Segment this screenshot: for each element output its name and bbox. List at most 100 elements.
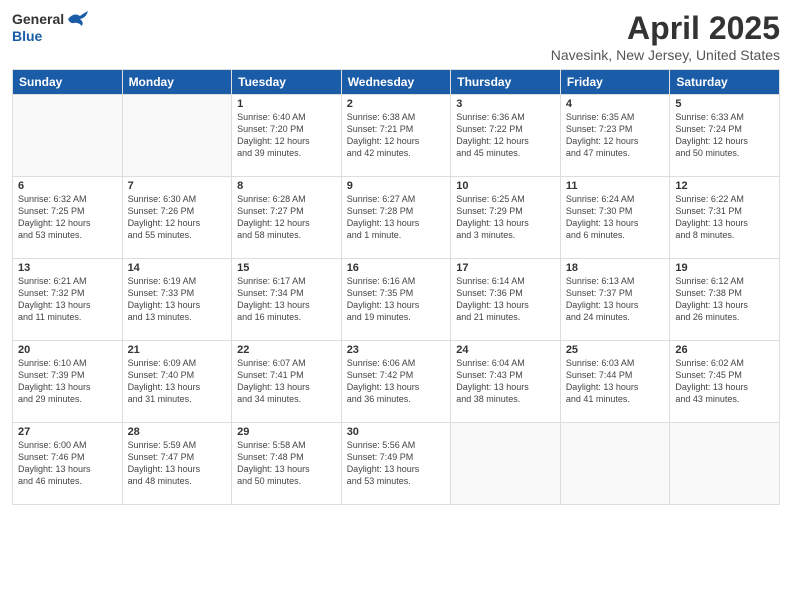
title-section: April 2025 Navesink, New Jersey, United … (551, 10, 780, 63)
day-info: Sunrise: 6:36 AM Sunset: 7:22 PM Dayligh… (456, 111, 555, 160)
day-info: Sunrise: 6:12 AM Sunset: 7:38 PM Dayligh… (675, 275, 774, 324)
table-row (451, 423, 561, 505)
table-row: 25Sunrise: 6:03 AM Sunset: 7:44 PM Dayli… (560, 341, 670, 423)
table-row (13, 95, 123, 177)
table-row: 28Sunrise: 5:59 AM Sunset: 7:47 PM Dayli… (122, 423, 232, 505)
day-info: Sunrise: 6:25 AM Sunset: 7:29 PM Dayligh… (456, 193, 555, 242)
table-row: 20Sunrise: 6:10 AM Sunset: 7:39 PM Dayli… (13, 341, 123, 423)
table-row: 18Sunrise: 6:13 AM Sunset: 7:37 PM Dayli… (560, 259, 670, 341)
day-number: 3 (456, 98, 555, 110)
day-info: Sunrise: 6:30 AM Sunset: 7:26 PM Dayligh… (128, 193, 227, 242)
day-number: 25 (566, 344, 665, 356)
day-number: 14 (128, 262, 227, 274)
day-info: Sunrise: 6:24 AM Sunset: 7:30 PM Dayligh… (566, 193, 665, 242)
calendar-title: April 2025 (551, 10, 780, 47)
day-number: 2 (347, 98, 446, 110)
table-row: 6Sunrise: 6:32 AM Sunset: 7:25 PM Daylig… (13, 177, 123, 259)
day-number: 28 (128, 426, 227, 438)
day-number: 30 (347, 426, 446, 438)
day-number: 20 (18, 344, 117, 356)
table-row: 23Sunrise: 6:06 AM Sunset: 7:42 PM Dayli… (341, 341, 451, 423)
calendar-week-row: 13Sunrise: 6:21 AM Sunset: 7:32 PM Dayli… (13, 259, 780, 341)
calendar-header-row: Sunday Monday Tuesday Wednesday Thursday… (13, 70, 780, 95)
logo-bird-icon (66, 10, 88, 28)
calendar-week-row: 20Sunrise: 6:10 AM Sunset: 7:39 PM Dayli… (13, 341, 780, 423)
table-row: 17Sunrise: 6:14 AM Sunset: 7:36 PM Dayli… (451, 259, 561, 341)
day-info: Sunrise: 6:21 AM Sunset: 7:32 PM Dayligh… (18, 275, 117, 324)
table-row: 19Sunrise: 6:12 AM Sunset: 7:38 PM Dayli… (670, 259, 780, 341)
logo: General Blue (12, 10, 88, 46)
table-row: 14Sunrise: 6:19 AM Sunset: 7:33 PM Dayli… (122, 259, 232, 341)
day-info: Sunrise: 5:58 AM Sunset: 7:48 PM Dayligh… (237, 439, 336, 488)
day-info: Sunrise: 6:28 AM Sunset: 7:27 PM Dayligh… (237, 193, 336, 242)
day-number: 9 (347, 180, 446, 192)
table-row: 12Sunrise: 6:22 AM Sunset: 7:31 PM Dayli… (670, 177, 780, 259)
calendar-location: Navesink, New Jersey, United States (551, 47, 780, 63)
table-row: 24Sunrise: 6:04 AM Sunset: 7:43 PM Dayli… (451, 341, 561, 423)
table-row: 21Sunrise: 6:09 AM Sunset: 7:40 PM Dayli… (122, 341, 232, 423)
day-info: Sunrise: 6:35 AM Sunset: 7:23 PM Dayligh… (566, 111, 665, 160)
day-number: 7 (128, 180, 227, 192)
col-monday: Monday (122, 70, 232, 95)
table-row (560, 423, 670, 505)
day-number: 19 (675, 262, 774, 274)
col-saturday: Saturday (670, 70, 780, 95)
day-number: 29 (237, 426, 336, 438)
logo-blue-text: Blue (12, 28, 42, 44)
calendar-table: Sunday Monday Tuesday Wednesday Thursday… (12, 69, 780, 505)
col-sunday: Sunday (13, 70, 123, 95)
day-number: 6 (18, 180, 117, 192)
day-number: 15 (237, 262, 336, 274)
table-row (122, 95, 232, 177)
day-info: Sunrise: 6:32 AM Sunset: 7:25 PM Dayligh… (18, 193, 117, 242)
table-row: 27Sunrise: 6:00 AM Sunset: 7:46 PM Dayli… (13, 423, 123, 505)
table-row: 15Sunrise: 6:17 AM Sunset: 7:34 PM Dayli… (232, 259, 342, 341)
day-number: 10 (456, 180, 555, 192)
day-number: 8 (237, 180, 336, 192)
header: General Blue April 2025 Navesink, New Je… (12, 10, 780, 63)
day-number: 13 (18, 262, 117, 274)
calendar-week-row: 1Sunrise: 6:40 AM Sunset: 7:20 PM Daylig… (13, 95, 780, 177)
day-info: Sunrise: 6:02 AM Sunset: 7:45 PM Dayligh… (675, 357, 774, 406)
calendar-week-row: 27Sunrise: 6:00 AM Sunset: 7:46 PM Dayli… (13, 423, 780, 505)
table-row: 5Sunrise: 6:33 AM Sunset: 7:24 PM Daylig… (670, 95, 780, 177)
day-info: Sunrise: 6:16 AM Sunset: 7:35 PM Dayligh… (347, 275, 446, 324)
day-number: 17 (456, 262, 555, 274)
table-row: 30Sunrise: 5:56 AM Sunset: 7:49 PM Dayli… (341, 423, 451, 505)
day-number: 5 (675, 98, 774, 110)
logo-general-text: General (12, 11, 64, 27)
day-number: 16 (347, 262, 446, 274)
table-row: 2Sunrise: 6:38 AM Sunset: 7:21 PM Daylig… (341, 95, 451, 177)
day-info: Sunrise: 5:59 AM Sunset: 7:47 PM Dayligh… (128, 439, 227, 488)
day-number: 23 (347, 344, 446, 356)
col-thursday: Thursday (451, 70, 561, 95)
day-number: 26 (675, 344, 774, 356)
table-row: 8Sunrise: 6:28 AM Sunset: 7:27 PM Daylig… (232, 177, 342, 259)
calendar-week-row: 6Sunrise: 6:32 AM Sunset: 7:25 PM Daylig… (13, 177, 780, 259)
table-row: 3Sunrise: 6:36 AM Sunset: 7:22 PM Daylig… (451, 95, 561, 177)
table-row: 29Sunrise: 5:58 AM Sunset: 7:48 PM Dayli… (232, 423, 342, 505)
col-tuesday: Tuesday (232, 70, 342, 95)
day-number: 24 (456, 344, 555, 356)
day-number: 1 (237, 98, 336, 110)
table-row (670, 423, 780, 505)
day-number: 4 (566, 98, 665, 110)
day-info: Sunrise: 6:06 AM Sunset: 7:42 PM Dayligh… (347, 357, 446, 406)
table-row: 9Sunrise: 6:27 AM Sunset: 7:28 PM Daylig… (341, 177, 451, 259)
day-number: 21 (128, 344, 227, 356)
day-info: Sunrise: 6:14 AM Sunset: 7:36 PM Dayligh… (456, 275, 555, 324)
day-info: Sunrise: 6:04 AM Sunset: 7:43 PM Dayligh… (456, 357, 555, 406)
table-row: 22Sunrise: 6:07 AM Sunset: 7:41 PM Dayli… (232, 341, 342, 423)
day-number: 12 (675, 180, 774, 192)
day-number: 22 (237, 344, 336, 356)
day-info: Sunrise: 6:19 AM Sunset: 7:33 PM Dayligh… (128, 275, 227, 324)
day-info: Sunrise: 6:40 AM Sunset: 7:20 PM Dayligh… (237, 111, 336, 160)
day-number: 11 (566, 180, 665, 192)
day-info: Sunrise: 6:09 AM Sunset: 7:40 PM Dayligh… (128, 357, 227, 406)
day-info: Sunrise: 6:27 AM Sunset: 7:28 PM Dayligh… (347, 193, 446, 242)
table-row: 7Sunrise: 6:30 AM Sunset: 7:26 PM Daylig… (122, 177, 232, 259)
day-info: Sunrise: 6:17 AM Sunset: 7:34 PM Dayligh… (237, 275, 336, 324)
day-info: Sunrise: 6:00 AM Sunset: 7:46 PM Dayligh… (18, 439, 117, 488)
table-row: 4Sunrise: 6:35 AM Sunset: 7:23 PM Daylig… (560, 95, 670, 177)
table-row: 1Sunrise: 6:40 AM Sunset: 7:20 PM Daylig… (232, 95, 342, 177)
